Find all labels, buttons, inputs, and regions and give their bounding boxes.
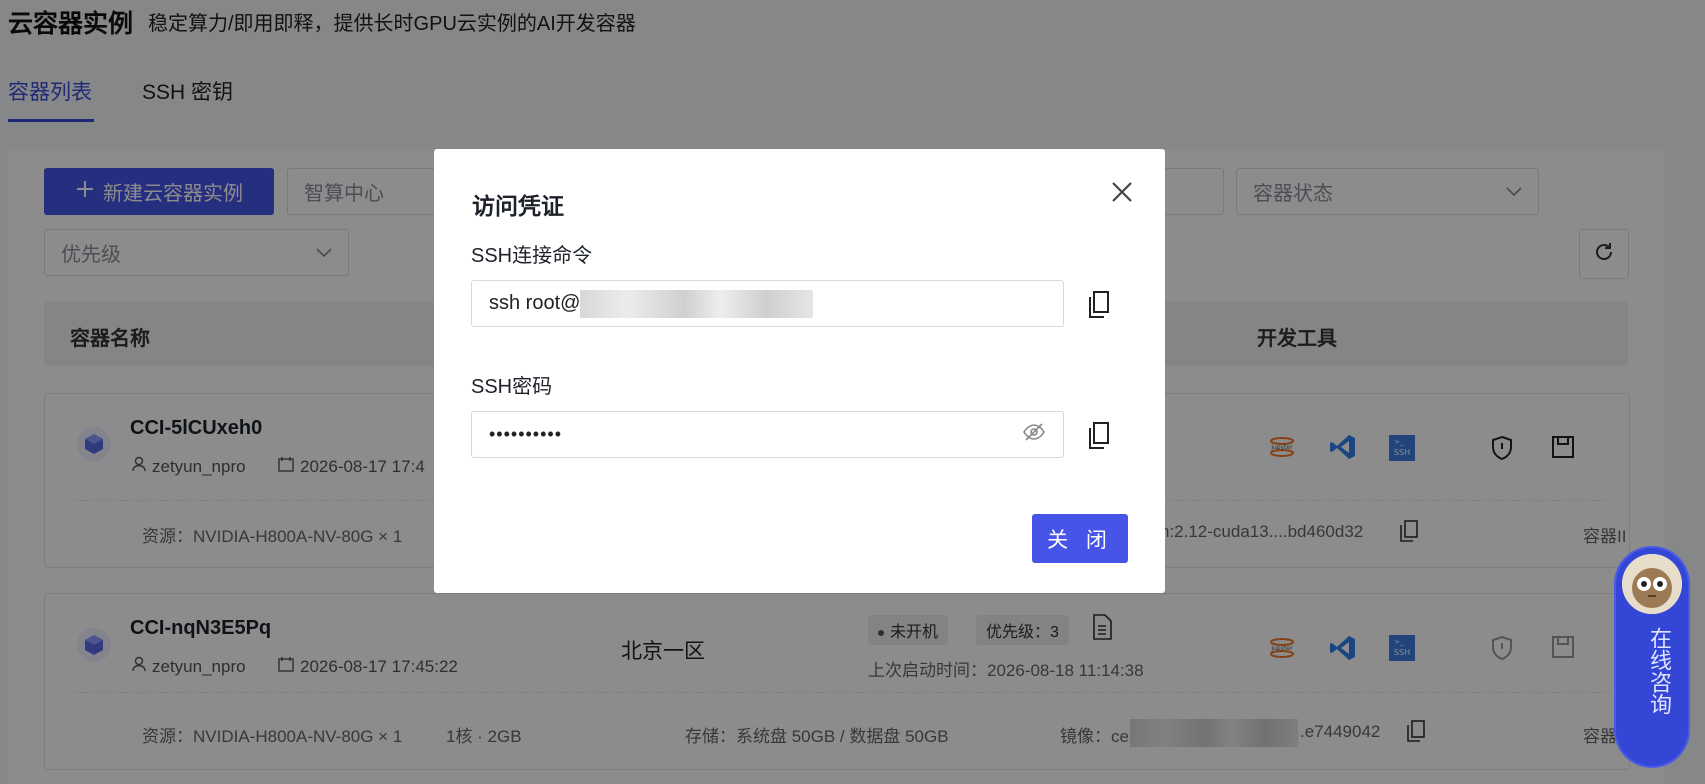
modal-title: 访问凭证 [472, 193, 564, 219]
close-icon[interactable] [1105, 175, 1139, 209]
eye-hidden-icon[interactable] [1022, 422, 1046, 448]
copy-ssh-password-icon[interactable] [1088, 422, 1112, 450]
ssh-password-field[interactable]: •••••••••• [471, 411, 1064, 458]
ssh-password-value: •••••••••• [489, 424, 563, 444]
ssh-command-field[interactable]: ssh root@ [471, 280, 1064, 327]
ssh-password-label: SSH密码 [471, 376, 553, 398]
close-button[interactable]: 关 闭 [1032, 514, 1128, 563]
ssh-command-value: ssh root@ [489, 292, 581, 314]
assistant-avatar-icon [1622, 554, 1682, 614]
redacted-host [580, 289, 814, 318]
ssh-command-label: SSH连接命令 [471, 245, 593, 267]
online-consult-label: 在线咨询 [1647, 627, 1672, 715]
copy-ssh-command-icon[interactable] [1088, 291, 1112, 319]
